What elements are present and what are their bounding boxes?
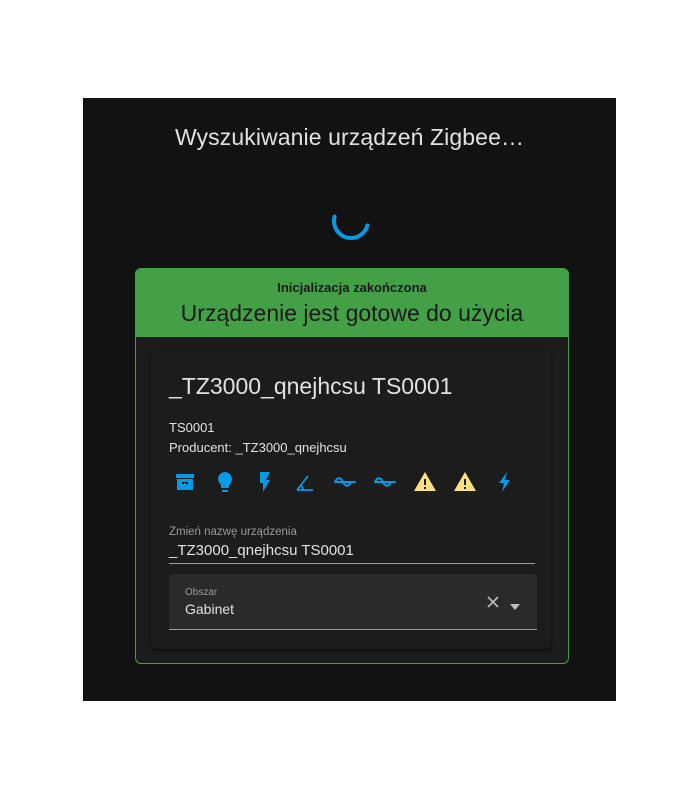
warning-icon[interactable]	[453, 470, 477, 494]
rename-label: Zmień nazwę urządzenia	[169, 526, 297, 538]
angle-icon[interactable]	[293, 470, 317, 494]
dropdown-arrow-icon[interactable]	[509, 598, 521, 610]
lightning-icon[interactable]	[493, 470, 517, 494]
flash-icon[interactable]	[253, 470, 277, 494]
warning-icon[interactable]	[413, 470, 437, 494]
sine-wave-icon[interactable]	[333, 470, 357, 494]
device-manufacturer: Producent: _TZ3000_qnejhcsu	[169, 440, 347, 455]
area-label: Obszar	[185, 587, 218, 598]
status-title: Urządzenie jest gotowe do użycia	[180, 300, 524, 326]
sine-wave-icon[interactable]	[373, 470, 397, 494]
clear-icon[interactable]	[485, 594, 501, 610]
lightbulb-icon[interactable]	[213, 470, 237, 494]
device-model: TS0001	[169, 420, 215, 435]
zigbee-discovery-dialog: Wyszukiwanie urządzeń Zigbee… Inicjaliza…	[83, 98, 616, 701]
area-value: Gabinet	[185, 601, 235, 617]
device-name: _TZ3000_qnejhcsu TS0001	[169, 373, 453, 399]
device-info-panel: _TZ3000_qnejhcsu TS0001 TS0001 Producent…	[151, 349, 551, 649]
dialog-title: Wyszukiwanie urządzeń Zigbee…	[174, 124, 525, 150]
rename-input[interactable]: _TZ3000_qnejhcsu TS0001	[169, 542, 535, 564]
status-subtitle: Inicjalizacja zakończona	[277, 280, 427, 295]
device-card: Inicjalizacja zakończona Urządzenie jest…	[135, 268, 569, 664]
status-header: Inicjalizacja zakończona Urządzenie jest…	[136, 269, 568, 337]
archive-icon[interactable]	[173, 470, 197, 494]
loading-spinner	[331, 201, 371, 241]
area-select[interactable]: Obszar Gabinet	[169, 574, 537, 630]
